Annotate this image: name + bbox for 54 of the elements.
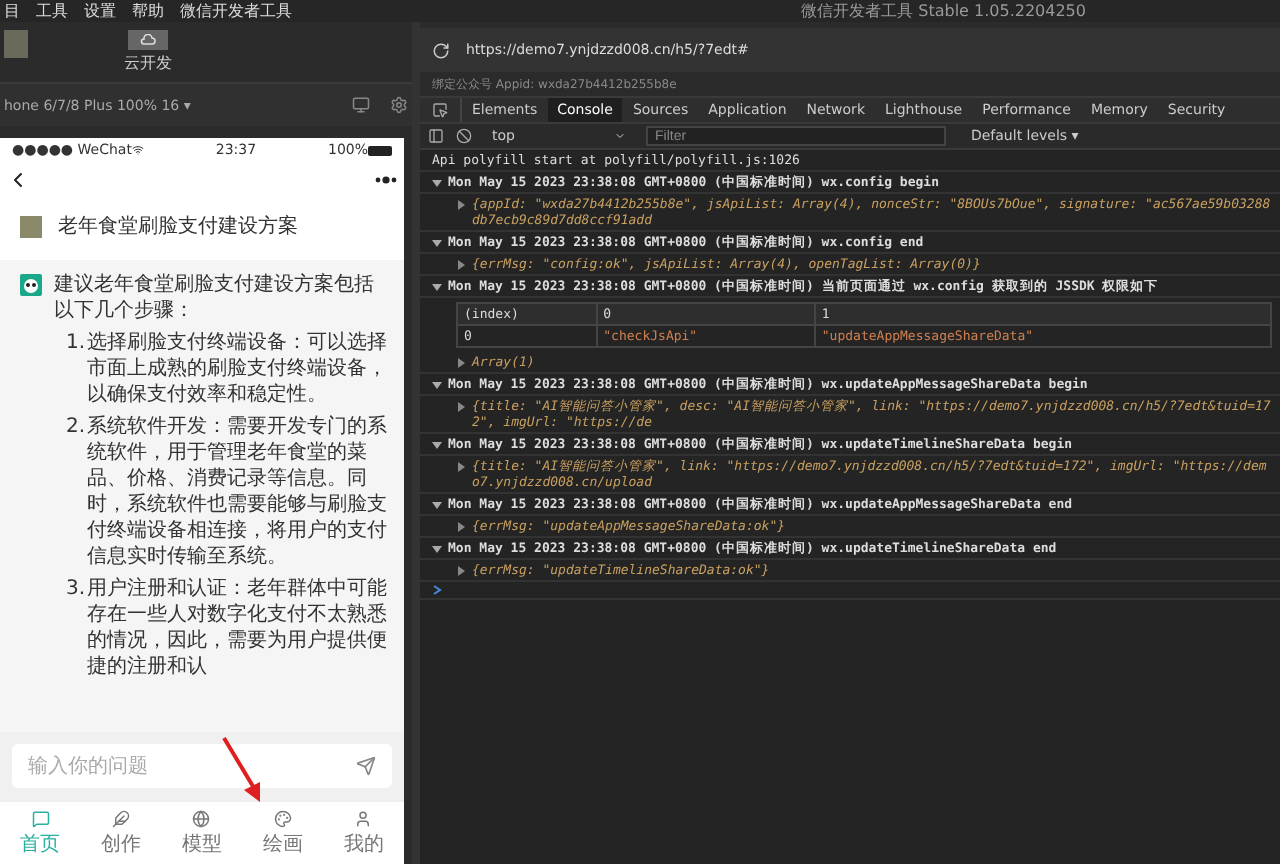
sidebar-icon[interactable] bbox=[428, 128, 444, 144]
collapse-triangle-icon[interactable] bbox=[432, 544, 442, 554]
user-avatar bbox=[20, 216, 42, 238]
menu-item[interactable]: 设置 bbox=[84, 0, 116, 22]
menu-item[interactable]: 工具 bbox=[36, 0, 68, 22]
palette-icon bbox=[273, 809, 292, 827]
collapse-triangle-icon[interactable] bbox=[432, 440, 442, 450]
tab-bar-item[interactable]: 模型 bbox=[161, 802, 243, 864]
tab-bar-item[interactable]: 我的 bbox=[323, 802, 404, 864]
clear-icon[interactable] bbox=[456, 128, 472, 144]
tab-bar-item[interactable]: 绘画 bbox=[242, 802, 324, 864]
inspect-icon[interactable] bbox=[432, 102, 448, 118]
battery-icon bbox=[368, 145, 392, 155]
tab-bar-item[interactable]: 创作 bbox=[80, 802, 162, 864]
chat-icon bbox=[31, 809, 50, 827]
monitor-icon[interactable] bbox=[352, 96, 370, 114]
user-message: 老年食堂刷脸支付建设方案 bbox=[58, 214, 298, 240]
expand-triangle-icon[interactable] bbox=[456, 566, 466, 576]
answer-intro: 建议老年食堂刷脸支付建设方案包括以下几个步骤： bbox=[54, 272, 376, 324]
collapse-triangle-icon[interactable] bbox=[432, 380, 442, 390]
panda-avatar-icon bbox=[20, 274, 42, 296]
globe-icon bbox=[192, 809, 211, 827]
menu-item[interactable]: 微信开发者工具 bbox=[180, 0, 292, 22]
more-icon[interactable] bbox=[374, 176, 398, 184]
collapse-triangle-icon[interactable] bbox=[432, 282, 442, 292]
feather-icon bbox=[112, 809, 131, 827]
cloud-icon bbox=[140, 34, 156, 46]
send-icon[interactable] bbox=[356, 756, 376, 776]
step-number: 3. bbox=[66, 576, 86, 604]
expand-triangle-icon[interactable] bbox=[456, 200, 466, 210]
prompt-icon bbox=[432, 584, 442, 596]
step-number: 1. bbox=[66, 330, 86, 358]
expand-triangle-icon[interactable] bbox=[456, 358, 466, 368]
step-number: 2. bbox=[66, 414, 86, 442]
user-icon bbox=[354, 809, 373, 827]
expand-triangle-icon[interactable] bbox=[456, 402, 466, 412]
step-text: 系统软件开发：需要开发专门的系统软件，用于管理老年食堂的菜品、价格、消费记录等信息。同时，系统软件也需要能够与刷脸支付终端设备相连接，将用户的支付信息实时传输至系统。 bbox=[87, 414, 388, 570]
wifi-icon bbox=[131, 144, 144, 156]
dropdown-caret-icon bbox=[614, 130, 627, 142]
expand-triangle-icon[interactable] bbox=[456, 260, 466, 270]
window-title: 微信开发者工具 Stable 1.05.2204250 bbox=[801, 0, 1086, 22]
refresh-icon[interactable] bbox=[432, 41, 450, 59]
step-text: 选择刷脸支付终端设备：可以选择市面上成熟的刷脸支付终端设备，以确保支付效率和稳定性。 bbox=[87, 330, 388, 408]
menu-item[interactable]: 目 bbox=[4, 0, 20, 22]
step-text: 用户注册和认证：老年群体中可能存在一些人对数字化支付不太熟悉的情况，因此，需要为用户提供便捷的注册和认 bbox=[87, 576, 388, 680]
collapse-triangle-icon[interactable] bbox=[432, 500, 442, 510]
cloud-dev-button[interactable]: 云开发 bbox=[124, 30, 172, 74]
collapse-triangle-icon[interactable] bbox=[432, 178, 442, 188]
expand-triangle-icon[interactable] bbox=[456, 462, 466, 472]
expand-triangle-icon[interactable] bbox=[456, 522, 466, 532]
collapse-triangle-icon[interactable] bbox=[432, 238, 442, 248]
menu-item[interactable]: 帮助 bbox=[132, 0, 164, 22]
question-input[interactable]: 输入你的问题 bbox=[12, 744, 392, 788]
settings-icon[interactable] bbox=[390, 96, 408, 114]
